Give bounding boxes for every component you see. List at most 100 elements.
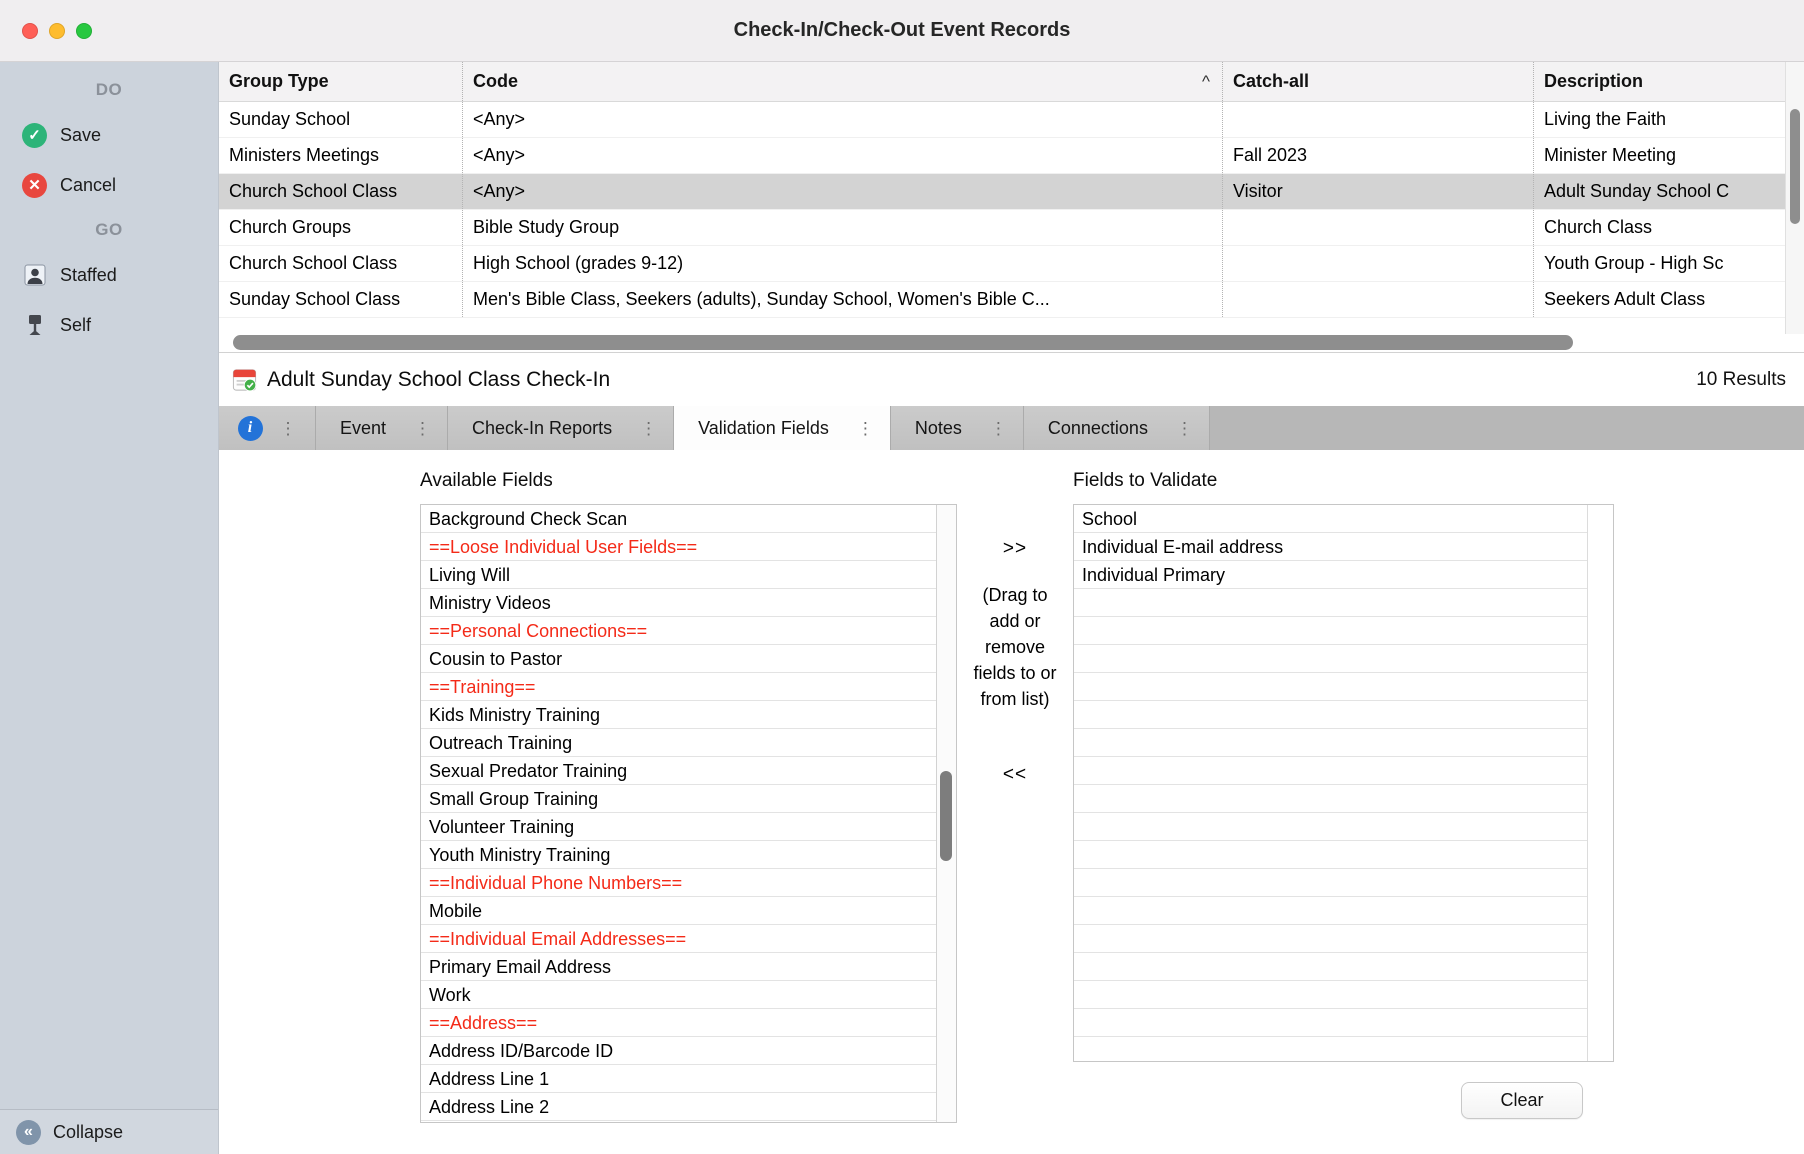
tab-label: Event: [340, 418, 386, 439]
table-row[interactable]: Church Groups Bible Study Group Church C…: [219, 210, 1785, 246]
cell-code: <Any>: [463, 102, 1223, 137]
fields-to-validate-list[interactable]: School Individual E-mail address Individ…: [1073, 504, 1614, 1062]
cell-catch-all: [1223, 210, 1534, 245]
cell-description: Church Class: [1534, 210, 1785, 245]
table-row[interactable]: Ministers Meetings <Any> Fall 2023 Minis…: [219, 138, 1785, 174]
validate-field-item[interactable]: Individual Primary: [1074, 561, 1587, 589]
cell-catch-all: [1223, 102, 1534, 137]
available-field-item[interactable]: Outreach Training: [421, 729, 936, 757]
save-button[interactable]: ✓ Save: [0, 110, 218, 160]
validate-field-item[interactable]: School: [1074, 505, 1587, 533]
available-field-item[interactable]: ==Individual Email Addresses==: [421, 925, 936, 953]
available-field-item[interactable]: Mobile: [421, 897, 936, 925]
cell-group-type: Sunday School: [219, 102, 463, 137]
staffed-button[interactable]: Staffed: [0, 250, 218, 300]
table-row[interactable]: Church School Class High School (grades …: [219, 246, 1785, 282]
available-field-item[interactable]: Kids Ministry Training: [421, 701, 936, 729]
fields-to-validate-scrollbar[interactable]: [1587, 505, 1613, 1061]
remove-fields-button[interactable]: <<: [957, 764, 1073, 786]
cell-catch-all: [1223, 282, 1534, 317]
available-field-item[interactable]: Volunteer Training: [421, 813, 936, 841]
table-row[interactable]: Sunday School <Any> Living the Faith: [219, 102, 1785, 138]
column-header-description[interactable]: Description: [1534, 62, 1785, 101]
available-field-item[interactable]: ==Individual Phone Numbers==: [421, 869, 936, 897]
column-header-catch-all[interactable]: Catch-all: [1223, 62, 1534, 101]
available-field-item[interactable]: Primary Email Address: [421, 953, 936, 981]
table-row[interactable]: Church School Class <Any> Visitor Adult …: [219, 174, 1785, 210]
tab[interactable]: Notes ⋮: [891, 406, 1024, 450]
tab-label: Connections: [1048, 418, 1148, 439]
available-field-item[interactable]: Work: [421, 981, 936, 1009]
self-button[interactable]: Self: [0, 300, 218, 350]
drag-dots-icon: ⋮: [857, 420, 874, 437]
tabbar-filler: [1210, 406, 1804, 450]
available-field-item[interactable]: ==Training==: [421, 673, 936, 701]
cell-description: Minister Meeting: [1534, 138, 1785, 173]
available-field-item[interactable]: Address Line 2: [421, 1093, 936, 1121]
available-fields-list[interactable]: Background Check Scan ==Loose Individual…: [420, 504, 957, 1123]
available-field-item[interactable]: ==Loose Individual User Fields==: [421, 533, 936, 561]
drag-dots-icon: ⋮: [990, 420, 1007, 437]
available-fields-rows: Background Check Scan ==Loose Individual…: [421, 505, 936, 1122]
available-field-item[interactable]: ==Personal Connections==: [421, 617, 936, 645]
clear-button[interactable]: Clear: [1461, 1082, 1583, 1119]
calendar-check-icon: [232, 366, 257, 393]
sidebar: DO ✓ Save ✕ Cancel GO Staffed: [0, 62, 219, 1154]
available-field-item[interactable]: Address ID/Barcode ID: [421, 1037, 936, 1065]
available-field-item[interactable]: ==Address==: [421, 1009, 936, 1037]
tab[interactable]: Event ⋮: [316, 406, 448, 450]
table-body: Sunday School <Any> Living the Faith Min…: [219, 102, 1785, 318]
table-vertical-scrollbar[interactable]: [1785, 62, 1804, 334]
available-fields-scrollbar[interactable]: [936, 505, 956, 1122]
available-field-item[interactable]: Address Line 1: [421, 1065, 936, 1093]
column-header-group-type[interactable]: Group Type: [219, 62, 463, 101]
table-horizontal-scrollbar[interactable]: [219, 334, 1785, 352]
scrollbar-thumb[interactable]: [233, 335, 1573, 350]
column-header-code[interactable]: Code ^: [463, 62, 1223, 101]
info-tab[interactable]: i ⋮: [219, 406, 316, 450]
drag-dots-icon: ⋮: [1176, 420, 1193, 437]
add-fields-button[interactable]: >>: [957, 538, 1073, 560]
collapse-button[interactable]: « Collapse: [0, 1109, 218, 1154]
cancel-x-icon: ✕: [22, 173, 47, 198]
app-window: Check-In/Check-Out Event Records DO ✓ Sa…: [0, 0, 1804, 1154]
validate-field-item[interactable]: Individual E-mail address: [1074, 533, 1587, 561]
tab[interactable]: Validation Fields ⋮: [674, 406, 891, 450]
close-window-button[interactable]: [22, 23, 38, 39]
staffed-label: Staffed: [60, 265, 117, 286]
scrollbar-thumb[interactable]: [1790, 109, 1800, 224]
main-content: Group Type Code ^ Catch-all Description: [219, 62, 1804, 1154]
available-field-item[interactable]: Sexual Predator Training: [421, 757, 936, 785]
transfer-controls: >> (Drag to add or remove fields to or f…: [957, 470, 1073, 786]
minimize-window-button[interactable]: [49, 23, 65, 39]
available-field-item[interactable]: Cousin to Pastor: [421, 645, 936, 673]
cell-code: <Any>: [463, 138, 1223, 173]
column-label: Group Type: [229, 71, 329, 92]
table-header: Group Type Code ^ Catch-all Description: [219, 62, 1785, 102]
available-field-item[interactable]: Living Will: [421, 561, 936, 589]
titlebar: Check-In/Check-Out Event Records: [0, 0, 1804, 62]
table-row[interactable]: Sunday School Class Men's Bible Class, S…: [219, 282, 1785, 318]
tab[interactable]: Check-In Reports ⋮: [448, 406, 674, 450]
tab-label: Check-In Reports: [472, 418, 612, 439]
record-title: Adult Sunday School Class Check-In: [267, 368, 1686, 392]
scrollbar-thumb[interactable]: [940, 771, 952, 861]
cell-group-type: Ministers Meetings: [219, 138, 463, 173]
records-table: Group Type Code ^ Catch-all Description: [219, 62, 1804, 334]
tab-label: Notes: [915, 418, 962, 439]
cell-code: High School (grades 9-12): [463, 246, 1223, 281]
cell-catch-all: Visitor: [1223, 174, 1534, 209]
available-field-item[interactable]: Small Group Training: [421, 785, 936, 813]
sort-ascending-icon: ^: [1202, 72, 1210, 92]
cell-group-type: Church School Class: [219, 246, 463, 281]
cell-code: <Any>: [463, 174, 1223, 209]
tab[interactable]: Connections ⋮: [1024, 406, 1210, 450]
available-field-item[interactable]: Youth Ministry Training: [421, 841, 936, 869]
drag-dots-icon: ⋮: [280, 420, 297, 437]
column-label: Description: [1544, 71, 1643, 92]
fields-to-validate-rows: School Individual E-mail address Individ…: [1074, 505, 1587, 1061]
zoom-window-button[interactable]: [76, 23, 92, 39]
available-field-item[interactable]: Ministry Videos: [421, 589, 936, 617]
cancel-button[interactable]: ✕ Cancel: [0, 160, 218, 210]
available-field-item[interactable]: Background Check Scan: [421, 505, 936, 533]
